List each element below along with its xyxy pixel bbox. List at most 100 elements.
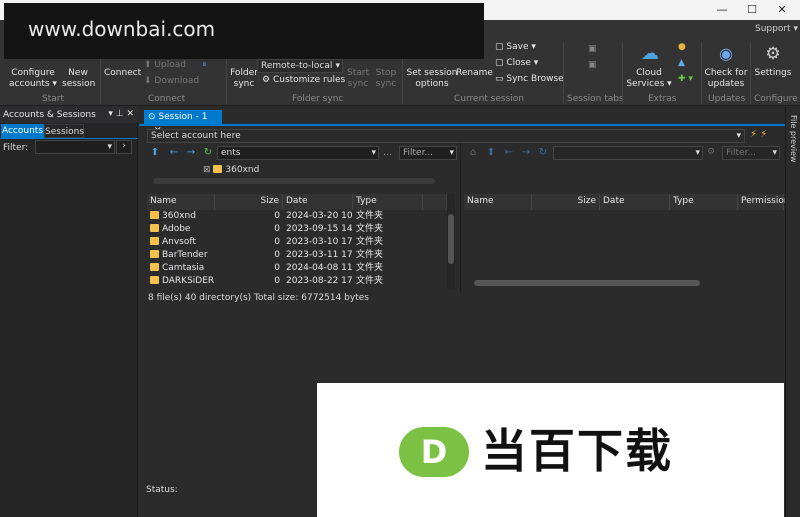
download-button[interactable]: ⬇ Download bbox=[144, 76, 199, 87]
session-tab-label: Session - 1 bbox=[158, 112, 208, 122]
local-filter-input[interactable]: Filter... ▾ bbox=[399, 146, 457, 160]
file-preview-label: File preview bbox=[789, 115, 798, 163]
accounts-sessions-panel: Accounts & Sessions ▾ ⊥ ✕ Accounts Sessi… bbox=[0, 107, 138, 517]
tree-item-label: 360xnd bbox=[225, 165, 260, 175]
extras-icon[interactable]: ▲ bbox=[678, 58, 685, 69]
ribbon-separator bbox=[750, 42, 751, 104]
close-label: Close ▾ bbox=[506, 58, 539, 68]
gear-icon: ⚙ bbox=[262, 75, 271, 85]
table-row[interactable]: Adobe 0 2023-09-15 14:... 文件夹 bbox=[147, 223, 447, 236]
col-date[interactable]: Date bbox=[600, 194, 670, 210]
col-size[interactable]: Size bbox=[532, 194, 600, 210]
col-permission[interactable]: Permission bbox=[738, 194, 790, 210]
col-type[interactable]: Type bbox=[353, 194, 423, 210]
filter-placeholder: Filter... bbox=[403, 148, 434, 158]
extras-icon[interactable]: ✚ ▾ bbox=[678, 74, 693, 85]
maximize-button[interactable]: ☐ bbox=[742, 2, 762, 18]
file-preview-strip[interactable]: File preview bbox=[785, 107, 800, 517]
minimize-button[interactable]: — bbox=[712, 2, 732, 18]
check-updates-button[interactable]: Check for updates bbox=[704, 68, 748, 90]
col-name[interactable]: Name bbox=[147, 194, 215, 210]
connect-button[interactable]: Connect bbox=[104, 68, 141, 79]
remote-filter-input[interactable]: Filter... ▾ bbox=[722, 146, 780, 160]
panel-controls[interactable]: ▾ ⊥ ✕ bbox=[108, 109, 134, 119]
configure-accounts-button[interactable]: Configure accounts ▾ bbox=[8, 68, 58, 90]
cloud-services-button[interactable]: Cloud Services ▾ bbox=[626, 68, 672, 90]
download-label: Download bbox=[154, 76, 200, 86]
set-session-options-button[interactable]: Set session options bbox=[406, 68, 458, 90]
group-configure-label: Configure bbox=[754, 94, 798, 104]
account-select[interactable]: Select account here ▾ bbox=[147, 129, 745, 143]
sync-browse-icon: ▭ bbox=[495, 74, 504, 84]
col-type[interactable]: Type bbox=[670, 194, 738, 210]
pane-divider[interactable] bbox=[460, 143, 461, 293]
home-icon[interactable]: ⌂ bbox=[467, 147, 479, 159]
ribbon-separator bbox=[622, 42, 623, 104]
folder-sync-button[interactable]: Folder sync bbox=[229, 68, 259, 90]
group-connect-label: Connect bbox=[148, 94, 186, 104]
rename-label: Rename bbox=[456, 68, 493, 78]
local-path-input[interactable]: ents ▾ bbox=[217, 146, 379, 160]
remote-hscrollbar[interactable] bbox=[464, 279, 780, 287]
col-extra[interactable] bbox=[423, 194, 447, 210]
row-name-text: DARKSiDERS bbox=[162, 276, 214, 286]
col-name[interactable]: Name bbox=[464, 194, 532, 210]
session-tabs-icon[interactable]: ▣ bbox=[588, 60, 597, 71]
stop-sync-button[interactable]: Stop sync bbox=[373, 68, 399, 90]
back-arrow-icon[interactable]: ← bbox=[503, 147, 515, 159]
browse-button[interactable]: … bbox=[383, 148, 392, 158]
tab-sessions[interactable]: Sessions bbox=[44, 124, 84, 138]
watermark-banner: www.downbai.com bbox=[4, 3, 484, 59]
forward-arrow-icon[interactable]: → bbox=[520, 147, 532, 159]
new-session-button[interactable]: New session bbox=[62, 68, 95, 90]
col-size[interactable]: Size bbox=[215, 194, 283, 210]
group-current-session-label: Current session bbox=[454, 94, 524, 104]
tree-item[interactable]: ⊠ 360xnd bbox=[203, 165, 259, 175]
table-row[interactable]: BarTender 0 2023-03-11 17:... 文件夹 bbox=[147, 249, 447, 262]
row-type: 文件夹 bbox=[356, 224, 384, 234]
pause-icon[interactable]: ⏸ bbox=[202, 60, 207, 71]
sync-mode-select[interactable]: Remote-to-local ▾ bbox=[257, 59, 343, 73]
local-vscrollbar[interactable] bbox=[447, 194, 455, 290]
local-table-header: Name Size Date Type bbox=[147, 194, 447, 210]
col-date[interactable]: Date bbox=[283, 194, 353, 210]
local-summary: 8 file(s) 40 directory(s) Total size: 67… bbox=[148, 293, 369, 303]
table-row[interactable]: DARKSiDERS 0 2023-08-22 17:... 文件夹 bbox=[147, 275, 447, 288]
table-row[interactable]: 360xnd 0 2024-03-20 10:... 文件夹 bbox=[147, 210, 447, 223]
close-session-button[interactable]: ▢ Close ▾ bbox=[495, 58, 538, 69]
back-arrow-icon[interactable]: ← bbox=[168, 147, 180, 159]
connect-lightning-icon[interactable]: ⚡ ⚡ bbox=[750, 129, 767, 140]
session-tabs-icon[interactable]: ▣ bbox=[588, 44, 597, 55]
support-menu[interactable]: Support ▾ bbox=[755, 24, 798, 35]
upload-button[interactable]: ⬆ Upload bbox=[144, 60, 186, 71]
customize-rules-label: Customize rules bbox=[272, 75, 346, 85]
up-arrow-icon[interactable]: ⬆ bbox=[149, 147, 161, 159]
ribbon-separator bbox=[701, 42, 702, 104]
close-window-button[interactable]: ✕ bbox=[772, 2, 792, 18]
settings-button[interactable]: Settings bbox=[752, 68, 794, 79]
table-row[interactable]: Anvsoft 0 2023-03-10 17:... 文件夹 bbox=[147, 236, 447, 249]
start-sync-button[interactable]: Start sync bbox=[345, 68, 371, 90]
rename-button[interactable]: Rename bbox=[456, 68, 493, 79]
gear-icon[interactable]: ⚙ bbox=[707, 147, 715, 157]
up-arrow-icon[interactable]: ⬆ bbox=[485, 147, 497, 159]
forward-arrow-icon[interactable]: → bbox=[185, 147, 197, 159]
tab-accounts[interactable]: Accounts bbox=[1, 124, 44, 138]
refresh-icon[interactable]: ↻ bbox=[537, 147, 549, 159]
remote-path-input[interactable]: ▾ bbox=[553, 146, 703, 160]
filter-go-button[interactable]: › bbox=[116, 140, 132, 154]
row-size: 0 bbox=[274, 250, 280, 260]
tab-session-1[interactable]: ⊙ Session - 1 ✕ bbox=[144, 110, 222, 136]
customize-rules-button[interactable]: ⚙ Customize rules bbox=[262, 75, 345, 86]
local-path-value: ents bbox=[221, 148, 241, 158]
tree-hscrollbar[interactable] bbox=[147, 177, 447, 185]
sync-browse-button[interactable]: ▭ Sync Browse bbox=[495, 74, 564, 85]
refresh-icon[interactable]: ↻ bbox=[202, 147, 214, 159]
tab-strip-line bbox=[139, 124, 785, 126]
accounts-filter-input[interactable]: ▾ bbox=[35, 140, 115, 154]
save-button[interactable]: ▢ Save ▾ bbox=[495, 42, 536, 53]
row-type: 文件夹 bbox=[356, 211, 384, 221]
table-row[interactable]: Camtasia 0 2024-04-08 11:... 文件夹 bbox=[147, 262, 447, 275]
close-icon: ▢ bbox=[495, 58, 504, 68]
extras-icon[interactable]: ● bbox=[678, 42, 686, 53]
